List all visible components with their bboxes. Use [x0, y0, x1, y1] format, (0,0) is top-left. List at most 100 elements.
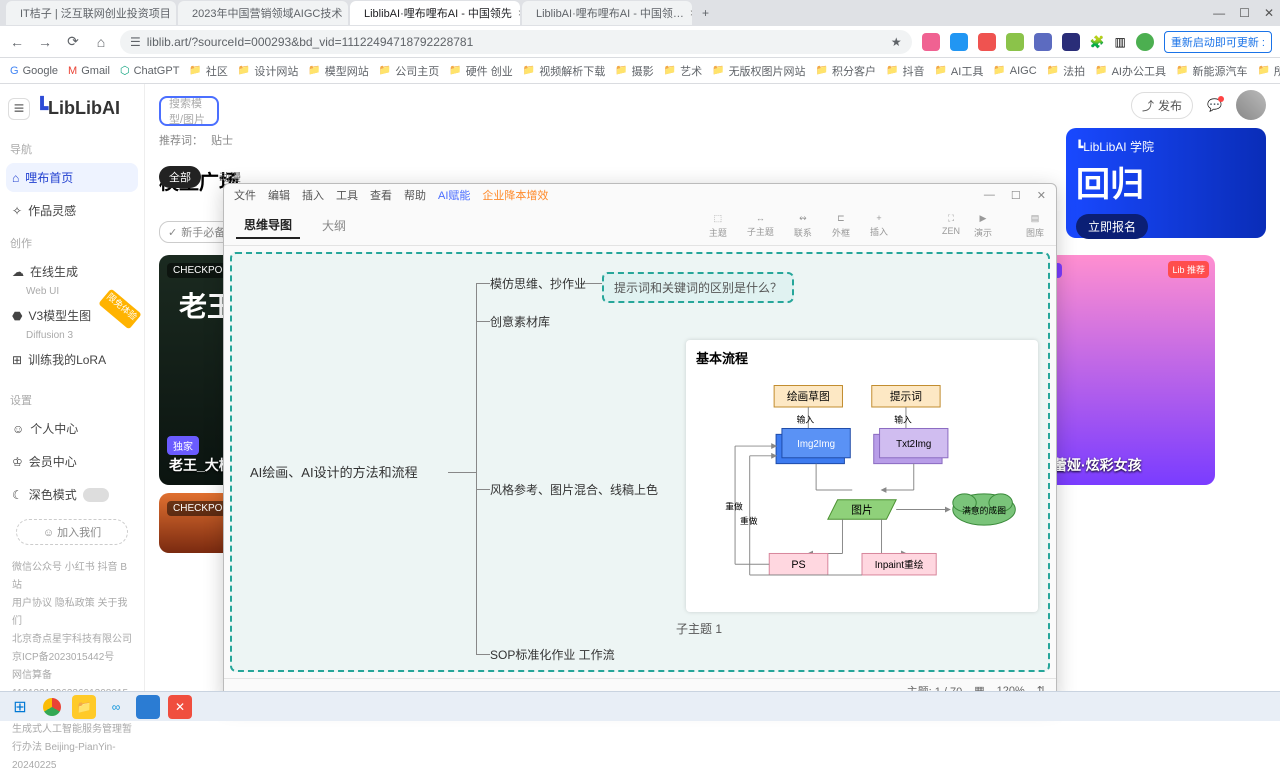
bookmark-folder[interactable]: 法拍 — [1047, 63, 1085, 79]
sidebar-item-vip[interactable]: ♔会员中心 — [6, 447, 138, 476]
xmind-icon[interactable]: ✕ — [168, 695, 192, 719]
tool-library[interactable]: ▤图库 — [1026, 213, 1044, 239]
close-icon[interactable]: × — [690, 6, 692, 20]
browser-tab[interactable]: LiblibAI·哩布哩布AI - 中国领…× — [522, 1, 692, 25]
join-us-button[interactable]: ☺ 加入我们 — [16, 519, 128, 545]
menu-enterprise[interactable]: 企业降本增效 — [482, 187, 548, 203]
bookmark-folder[interactable]: 设计网站 — [238, 63, 298, 79]
bookmark-folder[interactable]: 公司主页 — [379, 63, 439, 79]
bookmark-folder[interactable]: AIGC — [993, 65, 1036, 77]
banner-ad[interactable]: ┗LibLibAI 学院 回归 立即报名 — [1066, 128, 1266, 238]
bookmark-folder[interactable]: 艺术 — [664, 63, 702, 79]
site-info-icon[interactable]: ☰ — [130, 35, 141, 49]
mindmap-canvas[interactable]: AI绘画、AI设计的方法和流程 模仿思维、抄作业 创意素材库 风格参考、图片混合… — [230, 252, 1050, 672]
publish-button[interactable]: ⤴发布 — [1131, 92, 1193, 119]
menu-icon[interactable]: ≡ — [8, 98, 30, 120]
star-icon[interactable]: ★ — [891, 35, 902, 49]
search-input[interactable]: 搜索模型/图片 — [159, 96, 219, 126]
app-icon[interactable] — [136, 695, 160, 719]
sidebar-item-v3[interactable]: ⬣V3模型生图限免体验 — [6, 301, 138, 330]
banner-cta-button[interactable]: 立即报名 — [1076, 214, 1148, 239]
tool-insert[interactable]: +插入 — [870, 213, 888, 239]
bookmark[interactable]: GGoogle — [10, 65, 58, 77]
bookmark-folder[interactable]: 硬件 创业 — [449, 63, 513, 79]
pill-all[interactable]: 全部 — [159, 166, 201, 188]
mindmap-branch[interactable]: 模仿思维、抄作业 — [490, 275, 586, 292]
extension-icon[interactable] — [1034, 33, 1052, 51]
close-icon[interactable]: × — [518, 6, 520, 20]
bookmark-folder[interactable]: AI办公工具 — [1095, 63, 1166, 79]
bell-icon[interactable]: 💬 — [1207, 98, 1222, 112]
bookmark-folder[interactable]: 新能源汽车 — [1176, 63, 1247, 79]
menu-help[interactable]: 帮助 — [404, 187, 426, 203]
sidebar-item-profile[interactable]: ☺个人中心 — [6, 414, 138, 443]
bookmark-folder[interactable]: 视频解析下载 — [523, 63, 605, 79]
start-icon[interactable]: ⊞ — [8, 695, 32, 719]
tab-outline[interactable]: 大纲 — [314, 213, 354, 238]
mindmap-branch[interactable]: SOP标准化作业 工作流 — [490, 646, 615, 663]
window-maximize-icon[interactable]: ☐ — [1239, 6, 1250, 20]
url-input[interactable]: ☰ liblib.art/?sourceId=000293&bd_vid=111… — [120, 30, 912, 54]
back-icon[interactable]: ← — [8, 34, 26, 50]
app-icon[interactable]: ∞ — [104, 695, 128, 719]
menu-ai[interactable]: AI赋能 — [438, 187, 470, 203]
mindmap-branch[interactable]: 创意素材库 — [490, 313, 550, 330]
bookmark-folder[interactable]: AI工具 — [934, 63, 983, 79]
mindmap-branch[interactable]: 风格参考、图片混合、线稿上色 — [490, 481, 658, 498]
rec-tag[interactable]: 贴士 — [211, 132, 233, 148]
chrome-icon[interactable] — [40, 695, 64, 719]
browser-tab[interactable]: IT桔子 | 泛互联网创业投资项目× — [6, 1, 176, 25]
bookmark-folder[interactable]: 摄影 — [615, 63, 653, 79]
extension-icon[interactable] — [950, 33, 968, 51]
menu-tools[interactable]: 工具 — [336, 187, 358, 203]
app-close-icon[interactable]: ✕ — [1037, 189, 1046, 202]
window-close-icon[interactable]: ✕ — [1264, 6, 1274, 20]
menu-file[interactable]: 文件 — [234, 187, 256, 203]
extension-icon[interactable] — [978, 33, 996, 51]
panel-icon[interactable]: ▥ — [1115, 35, 1126, 49]
menu-insert[interactable]: 插入 — [302, 187, 324, 203]
forward-icon[interactable]: → — [36, 34, 54, 50]
menu-view[interactable]: 查看 — [370, 187, 392, 203]
bookmark-folder[interactable]: 积分客户 — [816, 63, 876, 79]
tool-subtopic[interactable]: ↔子主题 — [747, 213, 774, 239]
bookmark[interactable]: MGmail — [68, 65, 110, 77]
window-minimize-icon[interactable]: — — [1213, 6, 1225, 20]
new-tab-button[interactable]: + — [694, 6, 717, 20]
mindmap-note[interactable]: 提示词和关键词的区别是什么？ — [602, 272, 794, 303]
tool-zen[interactable]: ⛶ZEN — [942, 213, 960, 239]
extension-icon[interactable] — [1006, 33, 1024, 51]
sidebar-item-dark[interactable]: ☾深色模式 — [6, 480, 138, 509]
bookmark-folder[interactable]: 模型网站 — [308, 63, 368, 79]
toggle[interactable] — [83, 488, 109, 502]
tool-topic[interactable]: ⬚主题 — [709, 213, 727, 239]
extension-icon[interactable] — [1062, 33, 1080, 51]
browser-tab[interactable]: 2023年中国营销领域AIGC技术× — [178, 1, 348, 25]
avatar[interactable] — [1236, 90, 1266, 120]
sidebar-item-generate[interactable]: ☁在线生成 — [6, 257, 138, 286]
bookmark[interactable]: ⬡ChatGPT — [120, 64, 179, 77]
home-icon[interactable]: ⌂ — [92, 34, 110, 50]
explorer-icon[interactable]: 📁 — [72, 695, 96, 719]
tool-present[interactable]: ▶演示 — [974, 213, 992, 239]
sidebar-item-home[interactable]: ⌂哩布首页 — [6, 163, 138, 192]
mindmap-root[interactable]: AI绘画、AI设计的方法和流程 — [250, 462, 418, 481]
extension-icon[interactable] — [922, 33, 940, 51]
bookmark-all[interactable]: 所有书签 — [1257, 63, 1280, 79]
tool-relation[interactable]: ↭联系 — [794, 213, 812, 239]
sidebar-item-lora[interactable]: ⊞训练我的LoRA — [6, 345, 138, 374]
tab-mindmap[interactable]: 思维导图 — [236, 212, 300, 239]
app-minimize-icon[interactable]: — — [984, 189, 995, 202]
browser-tab-active[interactable]: LiblibAI·哩布哩布AI - 中国领先× — [350, 1, 520, 25]
bookmark-folder[interactable]: 社区 — [189, 63, 227, 79]
reload-icon[interactable]: ⟳ — [64, 33, 82, 50]
puzzle-icon[interactable]: 🧩 — [1090, 35, 1105, 49]
profile-icon[interactable] — [1136, 33, 1154, 51]
app-maximize-icon[interactable]: ☐ — [1011, 189, 1021, 202]
subtopic-label[interactable]: 子主题 1 — [676, 620, 722, 637]
bookmark-folder[interactable]: 抖音 — [886, 63, 924, 79]
tool-frame[interactable]: ⊏外框 — [832, 213, 850, 239]
menu-edit[interactable]: 编辑 — [268, 187, 290, 203]
bookmark-folder[interactable]: 无版权图片网站 — [712, 63, 805, 79]
update-pill[interactable]: 重新启动即可更新 : — [1164, 31, 1272, 53]
